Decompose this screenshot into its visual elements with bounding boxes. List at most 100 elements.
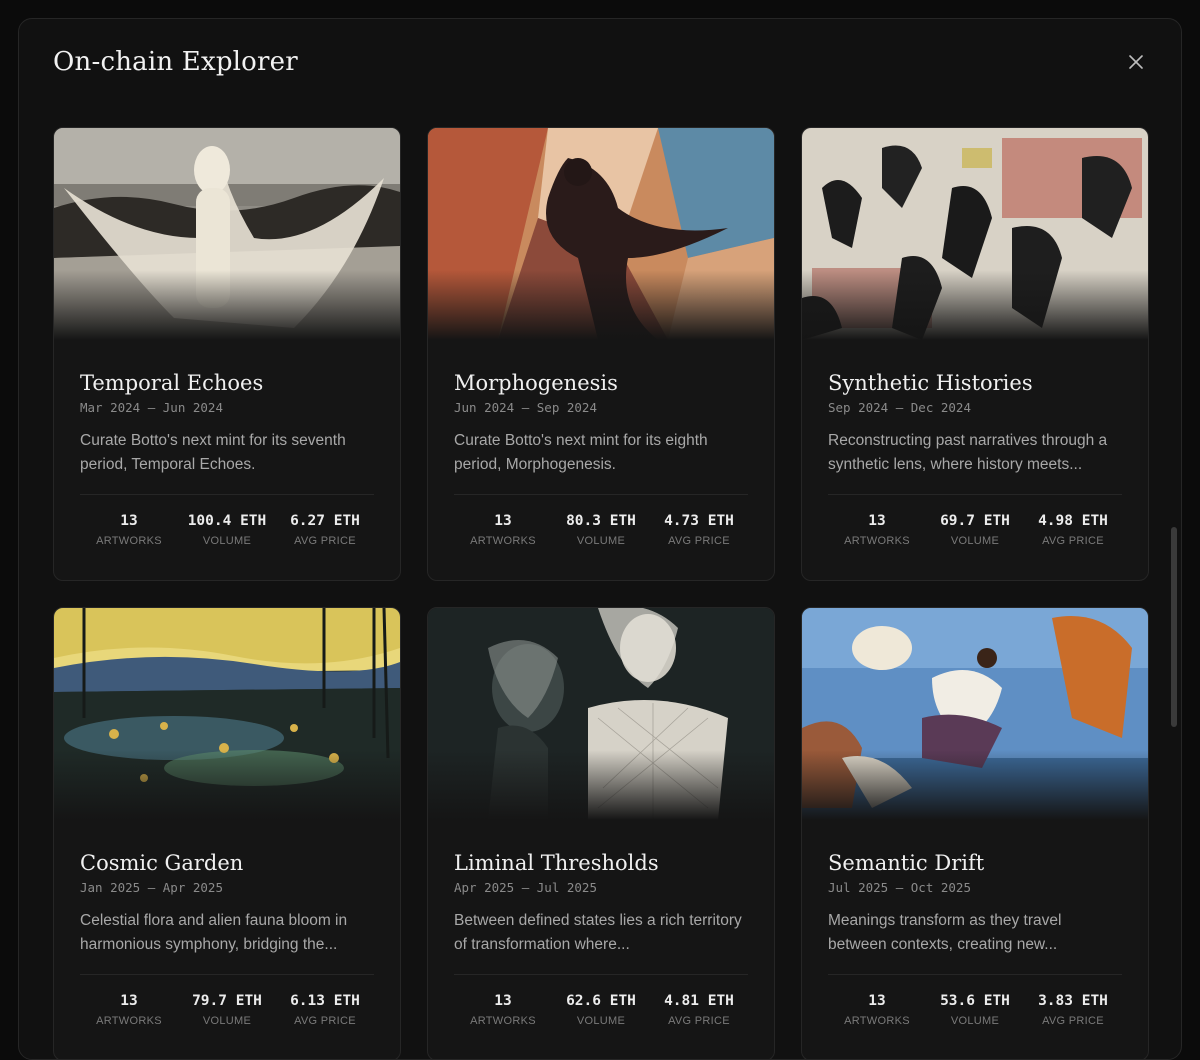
stat-artworks: 13 ARTWORKS — [454, 513, 552, 547]
card-stats: 13 ARTWORKS 80.3 ETH VOLUME 4.73 ETH AVG… — [454, 513, 748, 547]
collection-card-temporal-echoes[interactable]: Temporal Echoes Mar 2024 — Jun 2024 Cura… — [53, 127, 401, 581]
stat-avg-price-label: AVG PRICE — [294, 535, 356, 547]
card-dates: Jul 2025 — Oct 2025 — [828, 880, 971, 895]
card-dates: Apr 2025 — Jul 2025 — [454, 880, 597, 895]
floating-figures-sky-image — [802, 608, 1148, 820]
card-description: Celestial flora and alien fauna bloom in… — [80, 912, 348, 953]
collage-leaping-figures-image — [802, 128, 1148, 340]
card-title: Temporal Echoes — [80, 371, 264, 395]
collection-card-liminal-thresholds[interactable]: Liminal Thresholds Apr 2025 — Jul 2025 B… — [427, 607, 775, 1059]
stat-avg-price-label: AVG PRICE — [668, 1015, 730, 1027]
stat-artworks-value: 13 — [494, 993, 512, 1009]
stat-artworks-label: ARTWORKS — [96, 1015, 162, 1027]
card-stats: 13 ARTWORKS 62.6 ETH VOLUME 4.81 ETH AVG… — [454, 993, 748, 1027]
stat-volume-value: 79.7 ETH — [192, 993, 262, 1009]
stat-artworks-label: ARTWORKS — [470, 535, 536, 547]
card-title: Morphogenesis — [454, 371, 618, 395]
stat-volume: 80.3 ETH VOLUME — [552, 513, 650, 547]
stat-volume-label: VOLUME — [202, 1015, 252, 1027]
stat-avg-price-label: AVG PRICE — [294, 1015, 356, 1027]
veiled-figure-on-beach-image — [54, 128, 400, 340]
card-description: Curate Botto's next mint for its seventh… — [80, 432, 346, 473]
card-title: Synthetic Histories — [828, 371, 1033, 395]
stat-artworks-label: ARTWORKS — [844, 535, 910, 547]
stat-artworks-value: 13 — [868, 993, 886, 1009]
card-dates: Sep 2024 — Dec 2024 — [828, 400, 971, 415]
stat-volume-value: 53.6 ETH — [940, 993, 1010, 1009]
stat-volume: 53.6 ETH VOLUME — [926, 993, 1024, 1027]
card-dates: Jun 2024 — Sep 2024 — [454, 400, 597, 415]
explorer-modal: On-chain Explorer Temporal Echoes Mar 20… — [18, 18, 1182, 1060]
close-icon — [1129, 55, 1143, 69]
card-divider — [454, 494, 748, 495]
card-description: Curate Botto's next mint for its eighth … — [454, 432, 708, 473]
stat-volume-value: 69.7 ETH — [940, 513, 1010, 529]
stat-avg-price: 6.27 ETH AVG PRICE — [276, 513, 374, 547]
stat-volume-label: VOLUME — [202, 535, 252, 547]
collection-card-synthetic-histories[interactable]: Synthetic Histories Sep 2024 — Dec 2024 … — [801, 127, 1149, 581]
stat-artworks-value: 13 — [868, 513, 886, 529]
card-stats: 13 ARTWORKS 100.4 ETH VOLUME 6.27 ETH AV… — [80, 513, 374, 547]
stat-avg-price-value: 3.83 ETH — [1038, 993, 1108, 1009]
stat-artworks-value: 13 — [120, 993, 138, 1009]
collection-card-cosmic-garden[interactable]: Cosmic Garden Jan 2025 — Apr 2025 Celest… — [53, 607, 401, 1059]
stat-artworks: 13 ARTWORKS — [828, 513, 926, 547]
card-description: Meanings transform as they travel betwee… — [828, 912, 1062, 953]
stat-volume-label: VOLUME — [950, 535, 1000, 547]
card-stats: 13 ARTWORKS 69.7 ETH VOLUME 4.98 ETH AVG… — [828, 513, 1122, 547]
stat-volume-value: 100.4 ETH — [187, 513, 267, 529]
stat-artworks-label: ARTWORKS — [470, 1015, 536, 1027]
card-title: Semantic Drift — [828, 851, 985, 875]
collection-card-semantic-drift[interactable]: Semantic Drift Jul 2025 — Oct 2025 Meani… — [801, 607, 1149, 1059]
stat-avg-price: 6.13 ETH AVG PRICE — [276, 993, 374, 1027]
stat-artworks-value: 13 — [494, 513, 512, 529]
card-divider — [828, 974, 1122, 975]
stat-avg-price: 4.73 ETH AVG PRICE — [650, 513, 748, 547]
card-description: Reconstructing past narratives through a… — [828, 432, 1108, 473]
stat-artworks: 13 ARTWORKS — [454, 993, 552, 1027]
stat-artworks-label: ARTWORKS — [96, 535, 162, 547]
scrollbar[interactable] — [1171, 519, 1177, 749]
stat-artworks: 13 ARTWORKS — [828, 993, 926, 1027]
mesh-veiled-figures-image — [428, 608, 774, 820]
stat-avg-price-label: AVG PRICE — [668, 535, 730, 547]
card-divider — [828, 494, 1122, 495]
card-description: Between defined states lies a rich terri… — [454, 912, 742, 953]
stat-avg-price: 4.81 ETH AVG PRICE — [650, 993, 748, 1027]
stat-avg-price: 4.98 ETH AVG PRICE — [1024, 513, 1122, 547]
stat-volume: 79.7 ETH VOLUME — [178, 993, 276, 1027]
stat-volume: 69.7 ETH VOLUME — [926, 513, 1024, 547]
stat-artworks: 13 ARTWORKS — [80, 513, 178, 547]
stat-artworks-label: ARTWORKS — [844, 1015, 910, 1027]
stat-avg-price-value: 4.81 ETH — [664, 993, 734, 1009]
stat-avg-price-value: 6.27 ETH — [290, 513, 360, 529]
card-dates: Jan 2025 — Apr 2025 — [80, 880, 223, 895]
scrollbar-thumb[interactable] — [1171, 527, 1177, 727]
stat-avg-price-value: 4.98 ETH — [1038, 513, 1108, 529]
stat-volume: 100.4 ETH VOLUME — [178, 513, 276, 547]
collections-grid: Temporal Echoes Mar 2024 — Jun 2024 Cura… — [53, 127, 1149, 1059]
stat-volume-label: VOLUME — [576, 1015, 626, 1027]
close-button[interactable] — [1125, 51, 1147, 73]
stat-volume: 62.6 ETH VOLUME — [552, 993, 650, 1027]
stat-avg-price-value: 6.13 ETH — [290, 993, 360, 1009]
modal-title: On-chain Explorer — [53, 47, 298, 77]
card-divider — [80, 974, 374, 975]
stat-avg-price-value: 4.73 ETH — [664, 513, 734, 529]
card-stats: 13 ARTWORKS 79.7 ETH VOLUME 6.13 ETH AVG… — [80, 993, 374, 1027]
collection-card-morphogenesis[interactable]: Morphogenesis Jun 2024 — Sep 2024 Curate… — [427, 127, 775, 581]
stat-avg-price: 3.83 ETH AVG PRICE — [1024, 993, 1122, 1027]
stat-volume-value: 62.6 ETH — [566, 993, 636, 1009]
card-divider — [80, 494, 374, 495]
stat-artworks-value: 13 — [120, 513, 138, 529]
card-title: Liminal Thresholds — [454, 851, 659, 875]
card-stats: 13 ARTWORKS 53.6 ETH VOLUME 3.83 ETH AVG… — [828, 993, 1122, 1027]
stat-artworks: 13 ARTWORKS — [80, 993, 178, 1027]
glowing-garden-landscape-image — [54, 608, 400, 820]
stat-volume-label: VOLUME — [950, 1015, 1000, 1027]
card-title: Cosmic Garden — [80, 851, 244, 875]
stat-avg-price-label: AVG PRICE — [1042, 535, 1104, 547]
card-dates: Mar 2024 — Jun 2024 — [80, 400, 223, 415]
card-divider — [454, 974, 748, 975]
stat-avg-price-label: AVG PRICE — [1042, 1015, 1104, 1027]
